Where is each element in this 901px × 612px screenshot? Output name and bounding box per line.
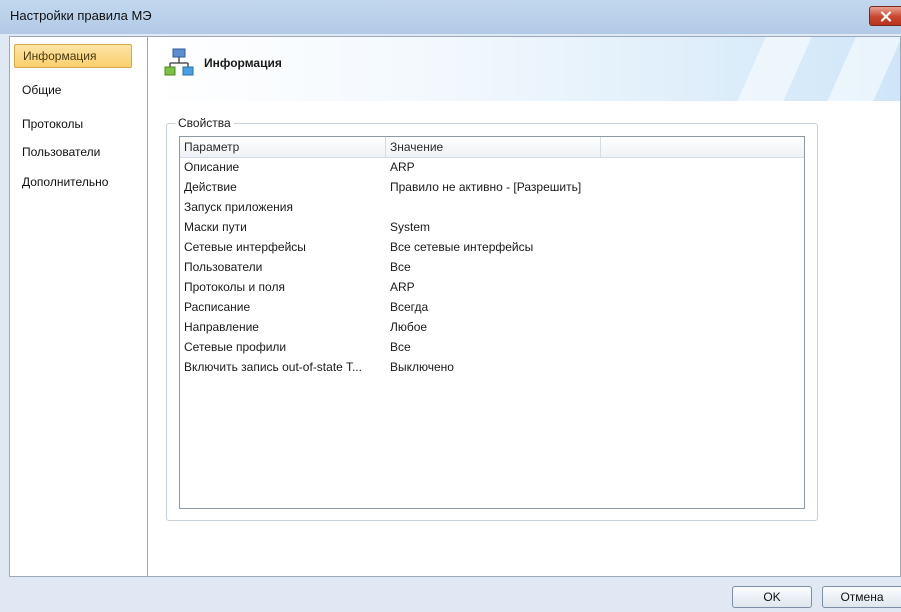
close-button[interactable] [869,6,901,26]
cancel-button[interactable]: Отмена [822,586,901,608]
column-header-empty [601,137,804,157]
param-cell: Маски пути [184,220,247,234]
table-row[interactable]: Направление Любое [180,317,804,337]
sidebar-item-label: Информация [23,49,97,63]
sidebar-item-users[interactable]: Пользователи [14,140,132,164]
value-cell: Выключено [390,360,454,374]
properties-table[interactable]: Параметр Значение Описание ARP Действие … [179,136,805,509]
table-row[interactable]: Сетевые профили Все [180,337,804,357]
table-header: Параметр Значение [180,137,804,158]
sidebar-item-label: Пользователи [22,145,101,159]
sidebar-nav: Информация Общие Протоколы Пользователи … [9,36,147,577]
param-cell: Расписание [184,300,251,314]
param-cell: Направление [184,320,259,334]
value-cell: Правило не активно - [Разрешить] [390,180,582,194]
table-row[interactable]: Описание ARP [180,157,804,177]
table-row[interactable]: Протоколы и поля ARP [180,277,804,297]
value-cell: ARP [390,160,415,174]
param-cell: Включить запись out-of-state T... [184,360,362,374]
section-banner: Информация [148,37,900,101]
table-row[interactable]: Маски пути System [180,217,804,237]
banner-decoration [811,37,900,101]
value-cell: Все [390,260,411,274]
network-icon [164,48,194,76]
param-cell: Пользователи [184,260,263,274]
ok-button[interactable]: OK [732,586,812,608]
value-cell: Всегда [390,300,429,314]
value-cell: System [390,220,431,234]
table-row[interactable]: Сетевые интерфейсы Все сетевые интерфейс… [180,237,804,257]
param-cell: Действие [184,180,237,194]
sidebar-item-label: Общие [22,83,62,97]
sidebar-item-label: Протоколы [22,117,84,131]
value-cell [386,197,686,217]
sidebar-item-advanced[interactable]: Дополнительно [14,170,132,194]
section-title: Информация [204,56,282,70]
table-row[interactable]: Расписание Всегда [180,297,804,317]
window-title: Настройки правила МЭ [10,8,152,23]
properties-group: Свойства Параметр Значение Описание ARP … [166,116,818,521]
table-row[interactable]: Запуск приложения [180,197,804,217]
group-label: Свойства [175,116,234,130]
param-cell: Сетевые интерфейсы [184,240,306,254]
param-cell: Запуск приложения [184,200,293,214]
content-panel: Информация Свойства Параметр Значение Оп… [147,36,901,577]
column-header-value[interactable]: Значение [386,137,601,157]
table-row[interactable]: Действие Правило не активно - [Разрешить… [180,177,804,197]
dialog-window: Настройки правила МЭ Информация Общие Пр… [0,0,901,612]
value-cell: Любое [390,320,428,334]
param-cell: Описание [184,160,240,174]
sidebar-item-label: Дополнительно [22,175,109,189]
column-header-param[interactable]: Параметр [180,137,386,157]
sidebar-item-general[interactable]: Общие [14,78,132,102]
table-row[interactable]: Включить запись out-of-state T... Выключ… [180,357,804,377]
sidebar-item-info[interactable]: Информация [14,44,132,68]
value-cell: Все сетевые интерфейсы [390,240,534,254]
param-cell: Протоколы и поля [184,280,285,294]
value-cell: Все [390,340,411,354]
title-bar[interactable]: Настройки правила МЭ [0,0,901,34]
param-cell: Сетевые профили [184,340,287,354]
value-cell: ARP [390,280,415,294]
banner-decoration [721,37,821,101]
close-icon [880,11,892,22]
sidebar-item-protocols[interactable]: Протоколы [14,112,132,136]
table-row[interactable]: Пользователи Все [180,257,804,277]
